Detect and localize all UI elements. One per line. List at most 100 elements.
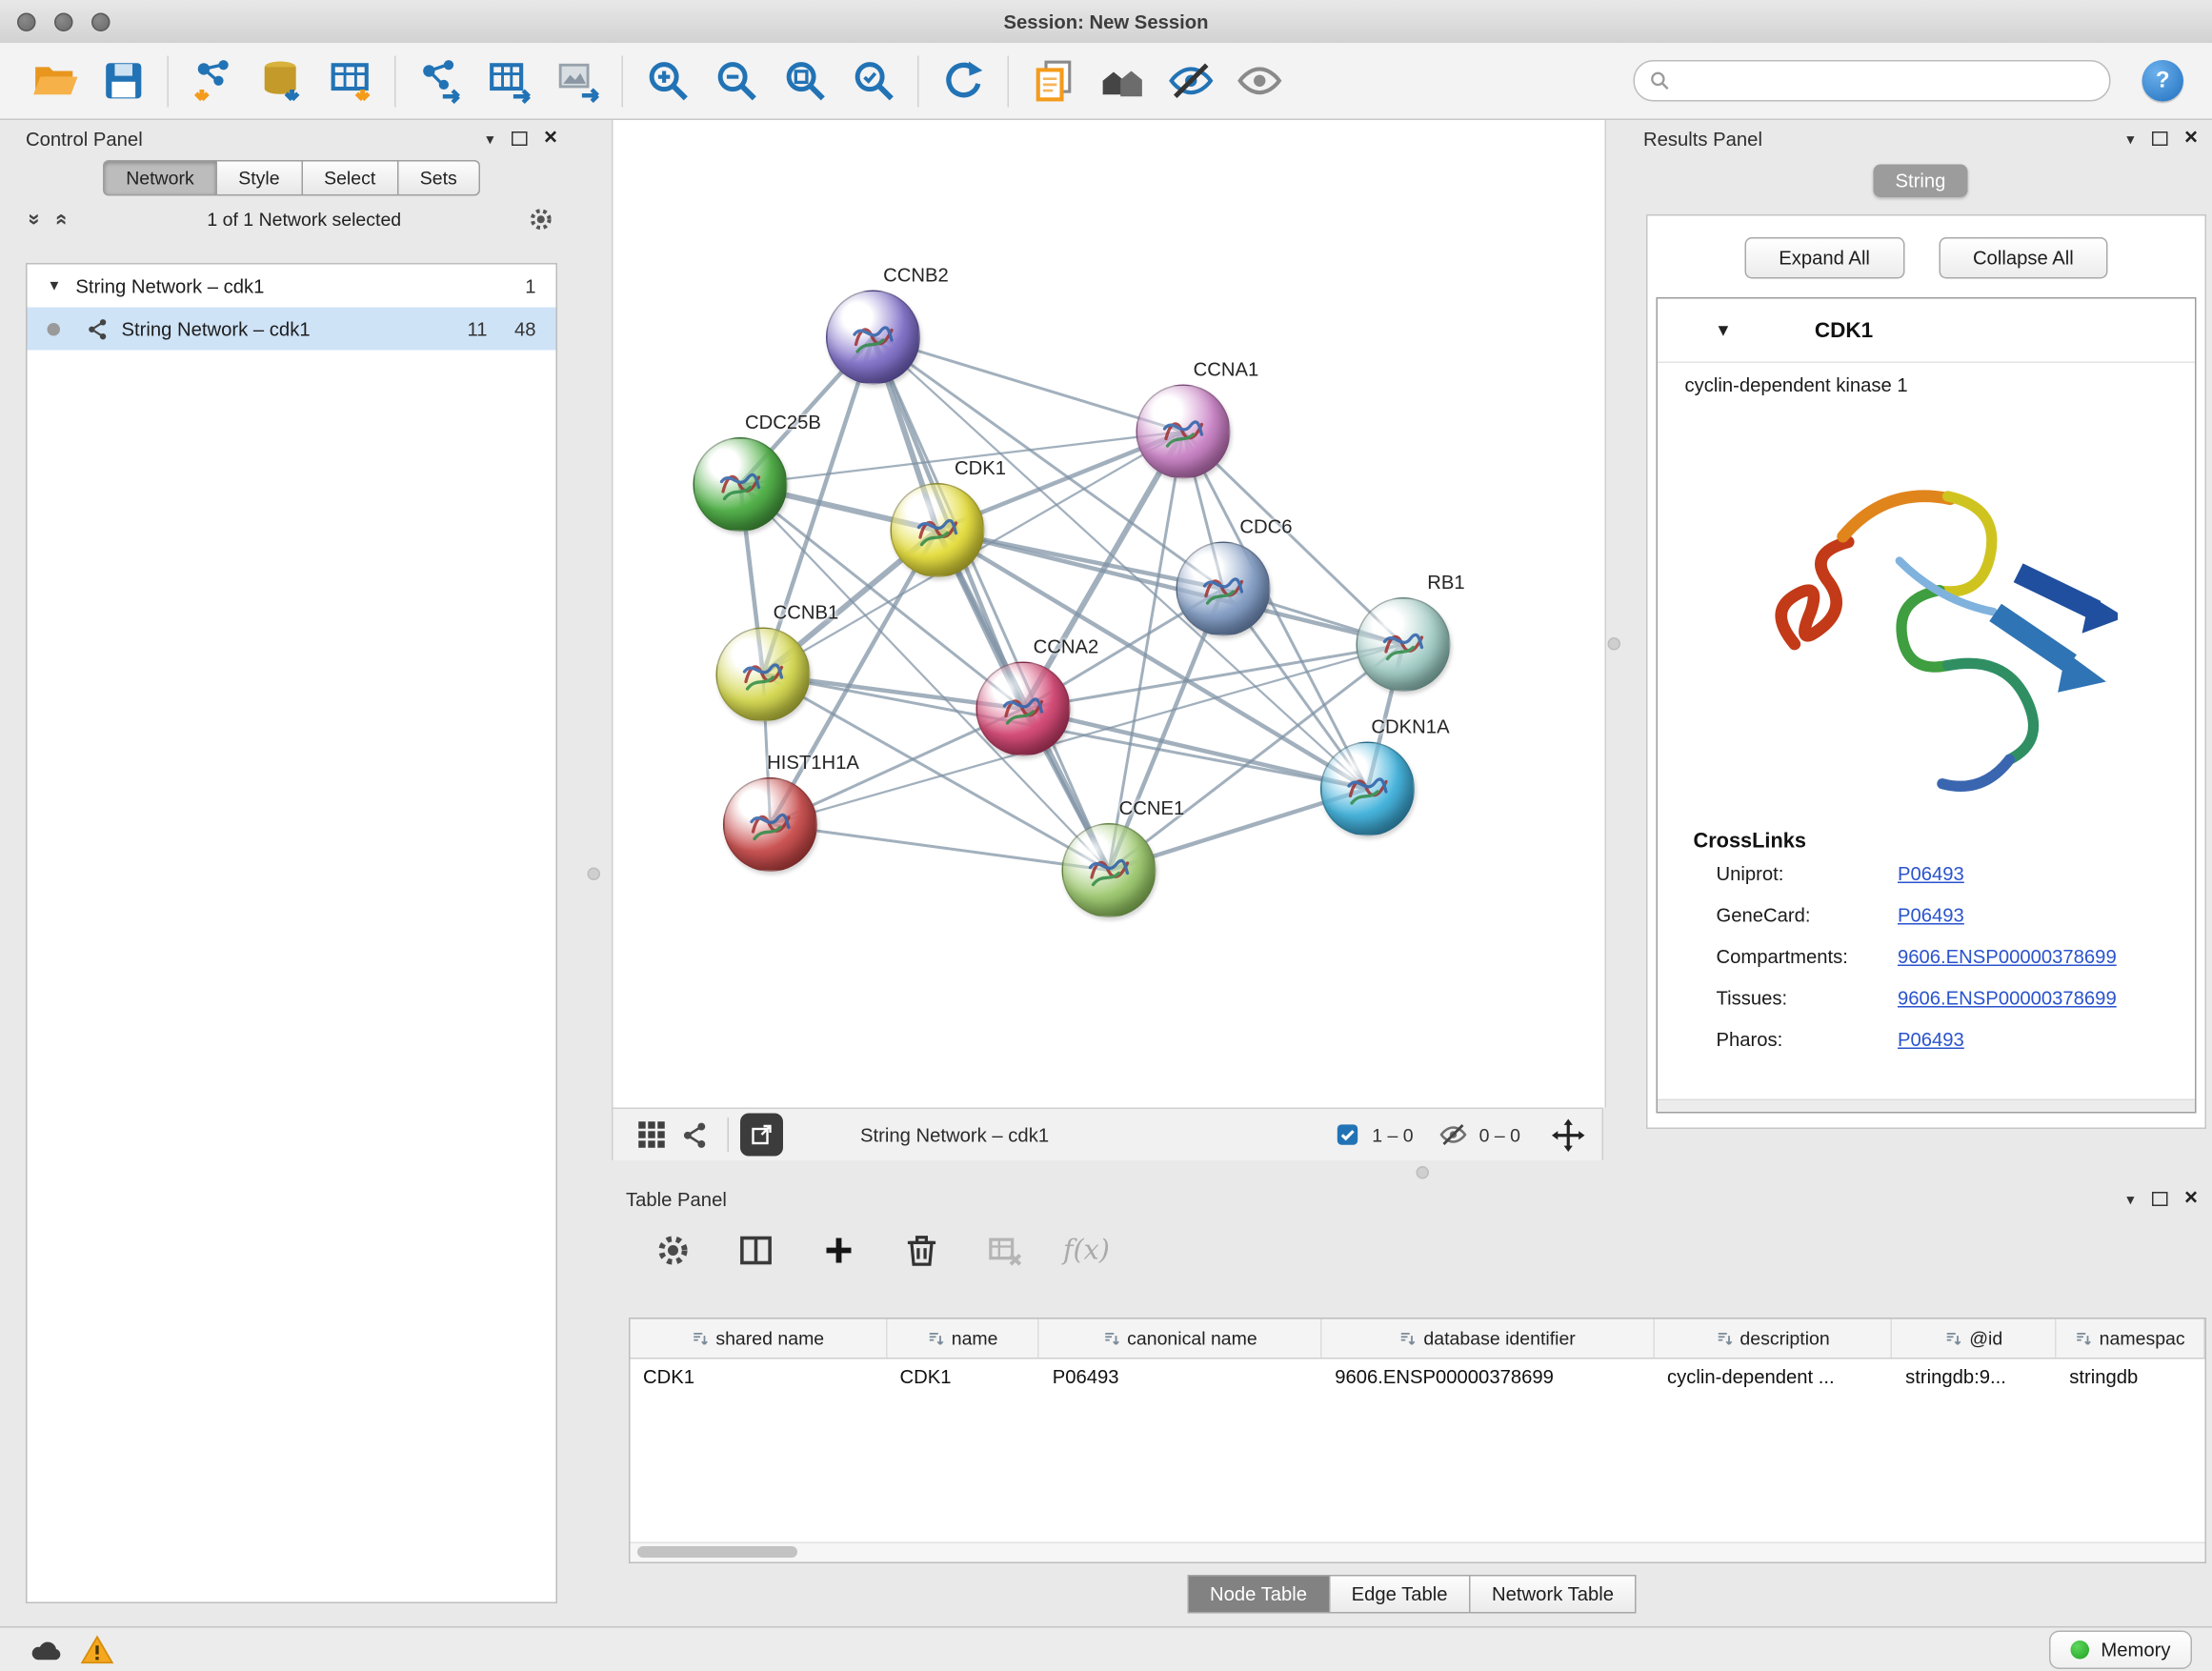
- network-node-rb1[interactable]: [1357, 597, 1451, 692]
- network-node-ccna2[interactable]: [976, 662, 1071, 756]
- table-panel-float-icon[interactable]: [2151, 1192, 2167, 1206]
- right-splitter-handle[interactable]: [1608, 637, 1621, 651]
- crosslink-value[interactable]: 9606.ENSP00000378699: [1898, 946, 2117, 968]
- save-session-button[interactable]: [89, 50, 157, 112]
- export-table-button[interactable]: [474, 50, 543, 112]
- tab-network-table[interactable]: Network Table: [1469, 1575, 1637, 1614]
- network-overview-button[interactable]: [674, 1115, 716, 1155]
- apply-preferred-layout-button[interactable]: [929, 50, 997, 112]
- bottom-splitter-handle[interactable]: [1417, 1166, 1430, 1179]
- network-row-selected[interactable]: String Network – cdk1 11 48: [28, 308, 556, 351]
- results-panel-close-icon[interactable]: ×: [2184, 128, 2198, 151]
- expand-all-button[interactable]: Expand All: [1744, 237, 1904, 279]
- table-horizontal-scrollbar[interactable]: [631, 1542, 2205, 1562]
- network-options-gear-icon[interactable]: [528, 205, 555, 232]
- column-header-database-identifier[interactable]: database identifier: [1322, 1319, 1655, 1359]
- zoom-selected-button[interactable]: [839, 50, 908, 112]
- crosslink-value[interactable]: P06493: [1898, 1029, 1964, 1051]
- apply-layout-refresh-icon: [939, 57, 987, 105]
- search-field[interactable]: [1634, 60, 2111, 102]
- table-panel-close-icon[interactable]: ×: [2184, 1188, 2198, 1211]
- crosslink-value[interactable]: P06493: [1898, 863, 1964, 885]
- sort-column-icon: [2075, 1330, 2092, 1347]
- show-graphics-details-button[interactable]: [1225, 50, 1294, 112]
- toolbar-separator: [917, 55, 919, 107]
- tab-sets[interactable]: Sets: [397, 160, 480, 196]
- copy-document-button[interactable]: [1019, 50, 1088, 112]
- delete-table-button[interactable]: [980, 1228, 1029, 1274]
- network-node-cdc6[interactable]: [1176, 542, 1271, 636]
- search-input[interactable]: [1679, 67, 2110, 95]
- column-header-namespac[interactable]: namespac: [2057, 1319, 2205, 1359]
- tab-node-table[interactable]: Node Table: [1187, 1575, 1329, 1614]
- column-header--id[interactable]: @id: [1893, 1319, 2057, 1359]
- tab-select[interactable]: Select: [301, 160, 397, 196]
- network-node-cdc25b[interactable]: [694, 437, 788, 532]
- collapse-all-button[interactable]: Collapse All: [1939, 237, 2108, 279]
- zoom-window-button[interactable]: [91, 12, 111, 31]
- network-node-cdk1[interactable]: [891, 483, 985, 577]
- network-node-cdkn1a[interactable]: [1320, 742, 1415, 836]
- table-options-button[interactable]: [649, 1228, 697, 1274]
- network-node-ccnb1[interactable]: [716, 628, 811, 722]
- show-columns-button[interactable]: [732, 1228, 780, 1274]
- crosslink-value[interactable]: 9606.ENSP00000378699: [1898, 988, 2117, 1010]
- move-crosshair-icon[interactable]: [1552, 1118, 1585, 1152]
- function-builder-button[interactable]: f(x): [1063, 1235, 1110, 1266]
- close-window-button[interactable]: [17, 12, 36, 31]
- network-node-hist1h1a[interactable]: [723, 777, 817, 872]
- expand-all-networks-icon[interactable]: »: [23, 212, 48, 225]
- cybrowser-home-button[interactable]: [1088, 50, 1156, 112]
- network-node-ccne1[interactable]: [1062, 823, 1156, 917]
- cloud-status-button[interactable]: [20, 1631, 71, 1668]
- table-panel-menu-icon[interactable]: ▾: [2126, 1190, 2134, 1209]
- open-in-new-window-button[interactable]: [740, 1114, 783, 1157]
- create-column-button[interactable]: [814, 1228, 863, 1274]
- warnings-button[interactable]: [71, 1631, 123, 1668]
- export-network-button[interactable]: [406, 50, 474, 112]
- column-header-canonical-name[interactable]: canonical name: [1039, 1319, 1321, 1359]
- network-collection-row[interactable]: ▼ String Network – cdk1 1: [28, 265, 556, 308]
- disclosure-triangle-icon[interactable]: ▼: [48, 278, 62, 294]
- control-panel-close-icon[interactable]: ×: [544, 128, 557, 151]
- network-node-ccna1[interactable]: [1136, 385, 1231, 479]
- help-button[interactable]: ?: [2142, 60, 2184, 102]
- zoom-out-button[interactable]: [702, 50, 771, 112]
- zoom-in-button[interactable]: [633, 50, 702, 112]
- export-image-button[interactable]: [543, 50, 612, 112]
- tab-style[interactable]: Style: [215, 160, 301, 196]
- zoom-fit-button[interactable]: [771, 50, 839, 112]
- column-header-name[interactable]: name: [887, 1319, 1039, 1359]
- memory-button[interactable]: Memory: [2049, 1631, 2192, 1670]
- string-tab-badge[interactable]: String: [1874, 165, 1967, 198]
- import-table-file-button[interactable]: [316, 50, 385, 112]
- results-panel-menu-icon[interactable]: ▾: [2126, 130, 2134, 149]
- protein-disclosure-icon[interactable]: ▼: [1715, 320, 1732, 340]
- column-header-shared-name[interactable]: shared name: [631, 1319, 888, 1359]
- results-horizontal-scrollbar[interactable]: [1658, 1099, 2195, 1113]
- control-panel-menu-icon[interactable]: ▾: [486, 130, 493, 149]
- crosslink-value[interactable]: P06493: [1898, 905, 1964, 927]
- results-panel-float-icon[interactable]: [2151, 131, 2167, 146]
- protein-thumbnail-icon: [1085, 851, 1134, 891]
- import-network-database-button[interactable]: [248, 50, 316, 112]
- minimize-window-button[interactable]: [54, 12, 73, 31]
- scrollbar-thumb[interactable]: [637, 1546, 797, 1558]
- selected-checkbox-icon[interactable]: [1335, 1122, 1360, 1148]
- birds-eye-view-button[interactable]: [631, 1115, 674, 1155]
- network-node-ccnb2[interactable]: [826, 291, 920, 385]
- open-session-button[interactable]: [20, 50, 89, 112]
- hidden-eye-slash-icon[interactable]: [1439, 1120, 1468, 1149]
- control-panel-float-icon[interactable]: [511, 131, 527, 146]
- column-header-description[interactable]: description: [1655, 1319, 1893, 1359]
- network-bullet-icon: [48, 322, 61, 335]
- import-network-file-button[interactable]: [179, 50, 248, 112]
- table-row[interactable]: CDK1CDK1P064939606.ENSP00000378699cyclin…: [631, 1359, 2205, 1399]
- left-splitter-handle[interactable]: [588, 868, 601, 881]
- collapse-all-networks-icon[interactable]: »: [49, 212, 73, 225]
- network-canvas[interactable]: CCNB2CCNA1CDC25BCDK1CDC6RB1CCNB1CCNA2CDK…: [612, 120, 1606, 1108]
- hide-graphics-details-button[interactable]: [1156, 50, 1225, 112]
- tab-edge-table[interactable]: Edge Table: [1329, 1575, 1469, 1614]
- tab-network[interactable]: Network: [103, 160, 215, 196]
- delete-column-button[interactable]: [897, 1228, 946, 1274]
